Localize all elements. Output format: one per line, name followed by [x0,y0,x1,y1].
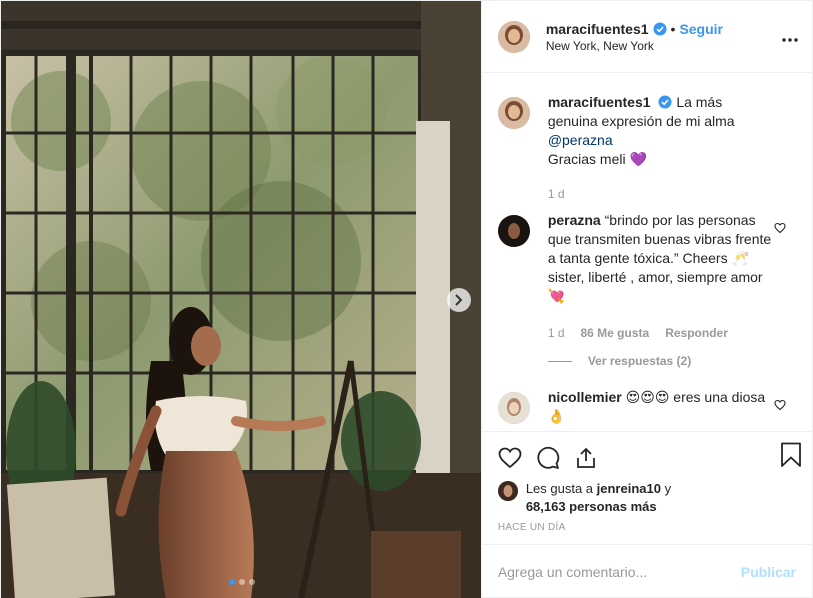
purple-heart-emoji: 💜 [629,151,647,167]
likes-joiner: y [660,481,672,496]
comment-input[interactable] [497,564,741,580]
share-icon[interactable] [574,446,598,470]
mention-link[interactable]: @perazna [548,132,613,148]
comment-likes[interactable]: 86 Me gusta [581,324,650,342]
avatar[interactable] [497,215,530,247]
photo-artist-painting-by-window [1,1,481,598]
likes-summary: Les gusta a jenreina10 y 68,163 personas… [497,480,796,516]
profile-photo [497,20,530,53]
bookmark-icon[interactable] [780,442,802,471]
heart-arrow-emoji: 💘 [547,288,566,304]
comment-age[interactable]: 1 d [548,324,565,342]
publish-button[interactable]: Publicar [741,564,796,580]
ok-hand-emoji: 👌 [547,408,566,424]
likes-prefix: Les gusta a [525,481,597,496]
instagram-post: maracifuentes1 • Seguir New York, New Yo… [0,0,813,598]
like-comment-icon[interactable] [774,221,786,237]
post-header: maracifuentes1 • Seguir New York, New Yo… [481,1,812,73]
username-link[interactable]: perazna [548,212,601,228]
avatar[interactable] [497,20,530,53]
liker-username-link[interactable]: jenreina10 [597,481,661,496]
comment-text: 😍😍😍 eres una diosa [621,389,766,405]
carousel-dot [229,579,235,585]
post-timestamp[interactable]: HACE UN DÍA [498,522,796,533]
like-icon[interactable] [498,446,522,470]
username-link[interactable]: maracifuentes1 [546,21,649,37]
caption-thanks: Gracias meli [547,151,630,167]
carousel-indicator [229,579,255,585]
view-replies-label: Ver respuestas (2) [587,354,692,368]
comment-icon[interactable] [536,446,560,470]
comment-item: perazna “brindo por las personas que tra… [497,211,796,342]
verified-badge-icon [653,22,667,36]
follow-button[interactable]: Seguir [679,21,723,37]
carousel-dot [249,579,255,585]
separator-dot: • [670,20,676,37]
reply-button[interactable]: Responder [665,324,728,342]
likes-count-button[interactable]: 68,163 personas más [526,499,657,514]
username-link[interactable]: nicollemier [548,389,622,405]
avatar[interactable] [497,97,530,129]
comments-section: maracifuentes1 La más genuina expresión … [482,73,812,431]
comment-item: nicollemier 😍😍😍 eres una diosa 👌 [497,388,796,426]
next-image-button[interactable] [447,288,471,312]
more-options-icon[interactable] [782,29,798,45]
caption-age[interactable]: 1 d [548,185,565,203]
avatar[interactable] [497,481,518,501]
username-link[interactable]: maracifuentes1 [548,94,651,110]
post-image[interactable] [1,1,481,598]
view-replies-button[interactable]: Ver respuestas (2) [547,354,796,368]
verified-badge-icon [658,95,672,109]
carousel-dot [239,579,245,585]
add-comment-bar: Publicar [481,544,812,598]
post-sidebar: maracifuentes1 • Seguir New York, New Yo… [480,1,812,598]
like-comment-icon[interactable] [774,398,786,414]
chevron-right-icon [455,294,463,306]
caption: maracifuentes1 La más genuina expresión … [497,93,796,203]
location-link[interactable]: New York, New York [546,39,723,53]
post-actions: Les gusta a jenreina10 y 68,163 personas… [481,431,812,544]
divider-line [547,360,572,362]
avatar[interactable] [497,392,530,424]
